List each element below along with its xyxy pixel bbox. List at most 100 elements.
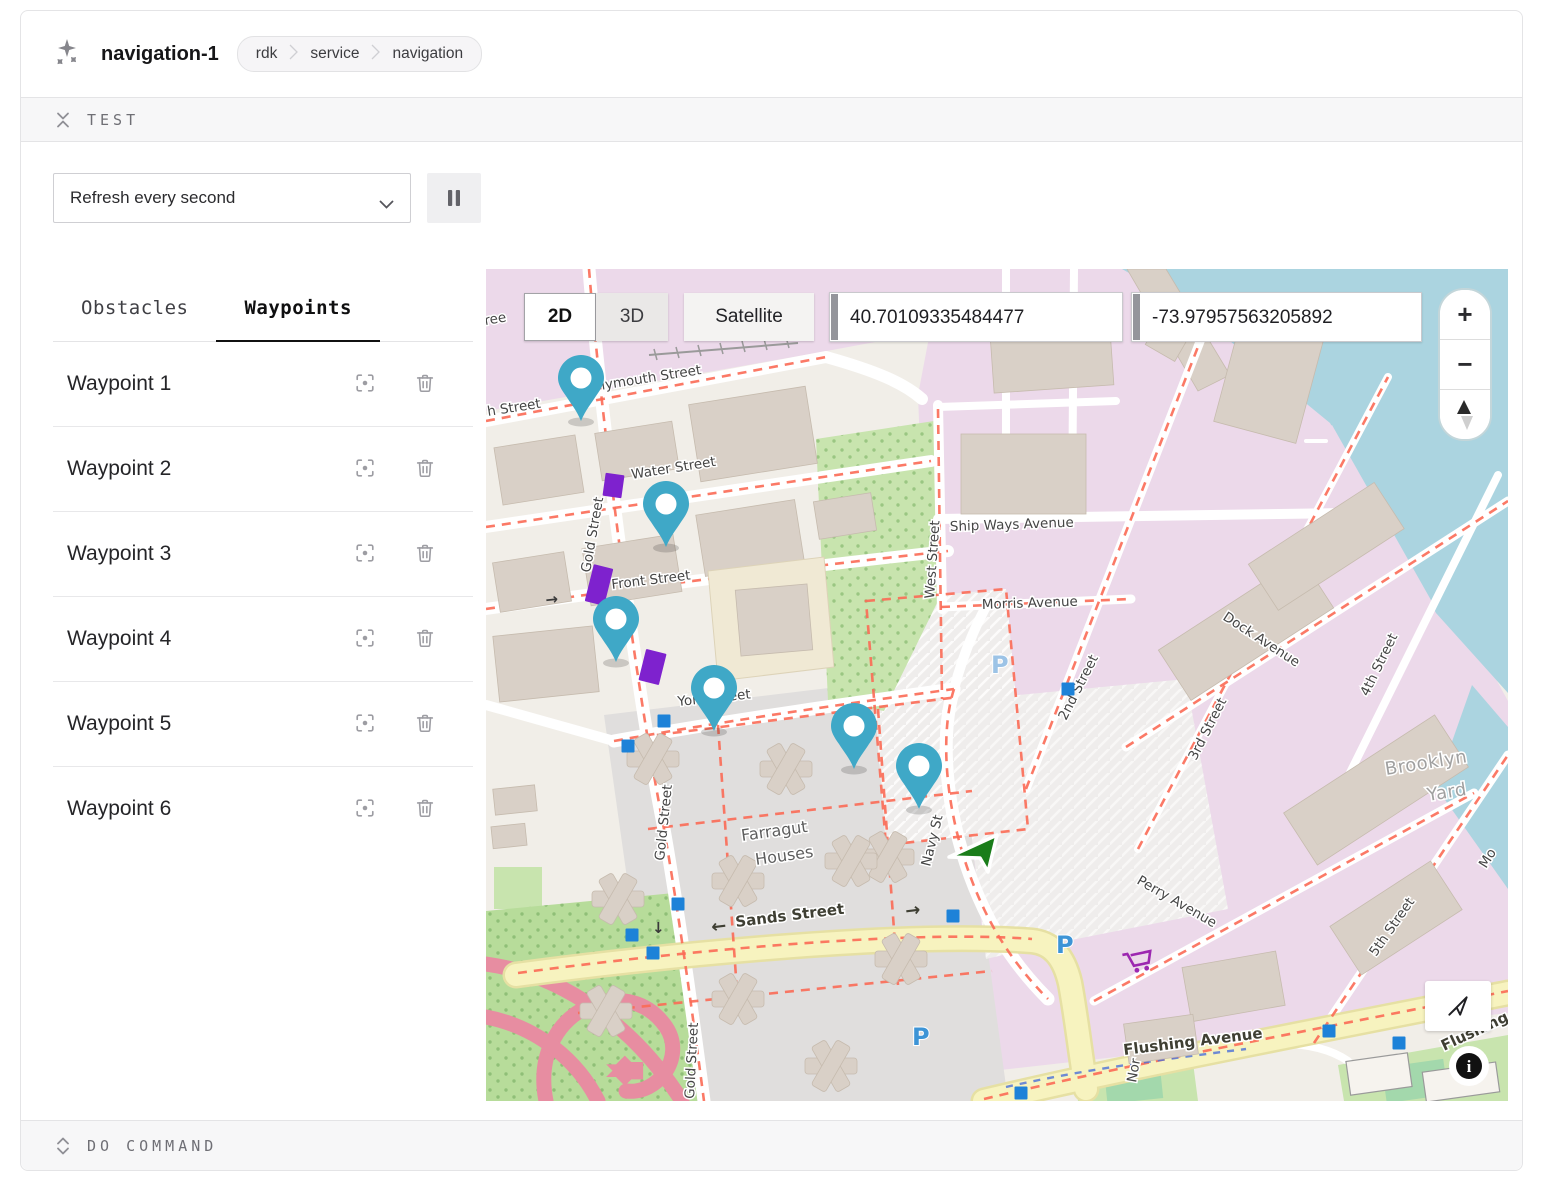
map-mode-3d-button[interactable]: 3D	[596, 293, 668, 341]
waypoint-row: Waypoint 1	[53, 342, 473, 427]
panel-header: navigation-1 rdkservicenavigation	[21, 11, 1522, 97]
focus-waypoint-button[interactable]	[347, 536, 383, 572]
one-way-arrow: →	[545, 590, 559, 609]
focus-waypoint-button[interactable]	[347, 451, 383, 487]
crosshair-icon	[354, 797, 376, 822]
crosshair-icon	[354, 542, 376, 567]
waypoint-row: Waypoint 2	[53, 427, 473, 512]
locate-button[interactable]	[1425, 981, 1491, 1031]
breadcrumb: rdk service navigation	[237, 36, 482, 72]
traffic-signal-marker	[672, 898, 685, 911]
delete-waypoint-button[interactable]	[407, 621, 443, 657]
traffic-signal-marker	[658, 715, 671, 728]
expand-vertical-icon	[55, 1137, 71, 1155]
chevron-down-icon	[379, 194, 394, 214]
test-section-label: TEST	[87, 111, 139, 129]
longitude-field	[1131, 292, 1422, 342]
waypoint-label: Waypoint 3	[67, 542, 323, 566]
info-icon: i	[1448, 1045, 1490, 1087]
compass-button[interactable]	[1440, 389, 1490, 439]
waypoint-row: Waypoint 4	[53, 597, 473, 682]
delete-waypoint-button[interactable]	[407, 451, 443, 487]
waypoint-label: Waypoint 6	[67, 797, 323, 821]
breadcrumb-item-rdk: rdk	[256, 45, 278, 63]
trash-icon	[414, 457, 436, 482]
waypoint-label: Waypoint 1	[67, 372, 323, 396]
refresh-rate-select[interactable]: Refresh every second	[53, 173, 411, 223]
sparkles-icon	[53, 37, 83, 72]
traffic-signal-marker	[1393, 1037, 1406, 1050]
crosshair-icon	[354, 712, 376, 737]
pause-icon	[446, 189, 462, 207]
svg-text:i: i	[1467, 1057, 1472, 1076]
parking-icon: P	[991, 651, 1009, 679]
waypoint-row: Waypoint 5	[53, 682, 473, 767]
map-zoom-control: + −	[1438, 288, 1492, 441]
waypoints-sidebar: ObstaclesWaypoints Waypoint 1 Waypoint 2 W…	[53, 289, 473, 851]
crosshair-icon	[354, 457, 376, 482]
navigation-service-panel: navigation-1 rdkservicenavigation TEST R…	[20, 10, 1523, 1171]
delete-waypoint-button[interactable]	[407, 791, 443, 827]
do-command-section-label: DO COMMAND	[87, 1137, 217, 1155]
map-info-button[interactable]: i	[1448, 1045, 1490, 1087]
do-command-section-bar: DO COMMAND	[21, 1120, 1522, 1170]
one-way-arrow: ←	[710, 915, 728, 938]
location-arrow-icon	[1445, 993, 1471, 1019]
map-mode-satellite-button[interactable]: Satellite	[684, 293, 814, 341]
trash-icon	[414, 797, 436, 822]
parking-icon: P	[1056, 931, 1074, 959]
breadcrumb-separator	[371, 44, 380, 65]
delete-waypoint-button[interactable]	[407, 366, 443, 402]
latitude-input[interactable]	[848, 293, 1118, 343]
trash-icon	[414, 372, 436, 397]
traffic-signal-marker	[947, 910, 960, 923]
street-label: Morris Avenue	[982, 594, 1079, 613]
test-section-bar: TEST	[21, 97, 1522, 142]
traffic-signal-marker	[1323, 1025, 1336, 1038]
map-mode-2d-button[interactable]: 2D	[524, 293, 596, 341]
trash-icon	[414, 712, 436, 737]
focus-waypoint-button[interactable]	[347, 791, 383, 827]
traffic-signal-marker	[626, 929, 639, 942]
compass-icon	[1450, 397, 1480, 433]
longitude-input[interactable]	[1150, 293, 1417, 343]
zoom-out-button[interactable]: −	[1440, 339, 1490, 389]
crosshair-icon	[354, 627, 376, 652]
tab-waypoints[interactable]: Waypoints	[216, 289, 379, 342]
focus-waypoint-button[interactable]	[347, 366, 383, 402]
tab-obstacles[interactable]: Obstacles	[53, 289, 216, 342]
traffic-signal-marker	[1062, 683, 1075, 696]
delete-waypoint-button[interactable]	[407, 706, 443, 742]
map-canvas[interactable]: treeh StreetPlymouth StreetWater StreetF…	[486, 269, 1508, 1101]
map-mode-buttons: 2D3D Satellite	[524, 293, 814, 341]
traffic-signal-marker	[622, 740, 635, 753]
test-panel-content: Refresh every second ObstaclesWaypoints …	[21, 142, 1522, 1120]
crosshair-icon	[354, 372, 376, 397]
waypoint-label: Waypoint 4	[67, 627, 323, 651]
collapse-test-button[interactable]	[55, 111, 71, 129]
trash-icon	[414, 542, 436, 567]
parking-icon: P	[912, 1023, 930, 1051]
pause-refresh-button[interactable]	[427, 173, 481, 223]
traffic-signal-marker	[1015, 1087, 1028, 1100]
longitude-accent-bar	[1133, 294, 1140, 340]
focus-waypoint-button[interactable]	[347, 621, 383, 657]
one-way-arrow: ←	[620, 1058, 637, 1082]
obstacle-marker[interactable]	[602, 473, 624, 498]
focus-waypoint-button[interactable]	[347, 706, 383, 742]
zoom-in-button[interactable]: +	[1440, 290, 1490, 339]
breadcrumb-item-service: service	[310, 45, 359, 63]
sidebar-tabs: ObstaclesWaypoints	[53, 289, 473, 342]
trash-icon	[414, 627, 436, 652]
waypoint-label: Waypoint 2	[67, 457, 323, 481]
map-svg: treeh StreetPlymouth StreetWater StreetF…	[486, 269, 1508, 1101]
latitude-field	[829, 292, 1123, 342]
waypoint-row: Waypoint 3	[53, 512, 473, 597]
traffic-signal-marker	[647, 947, 660, 960]
breadcrumb-separator	[289, 44, 298, 65]
one-way-arrow: →	[904, 899, 922, 922]
waypoint-row: Waypoint 6	[53, 767, 473, 851]
breadcrumb-item-navigation: navigation	[392, 45, 463, 63]
expand-do-command-button[interactable]	[55, 1137, 71, 1155]
delete-waypoint-button[interactable]	[407, 536, 443, 572]
